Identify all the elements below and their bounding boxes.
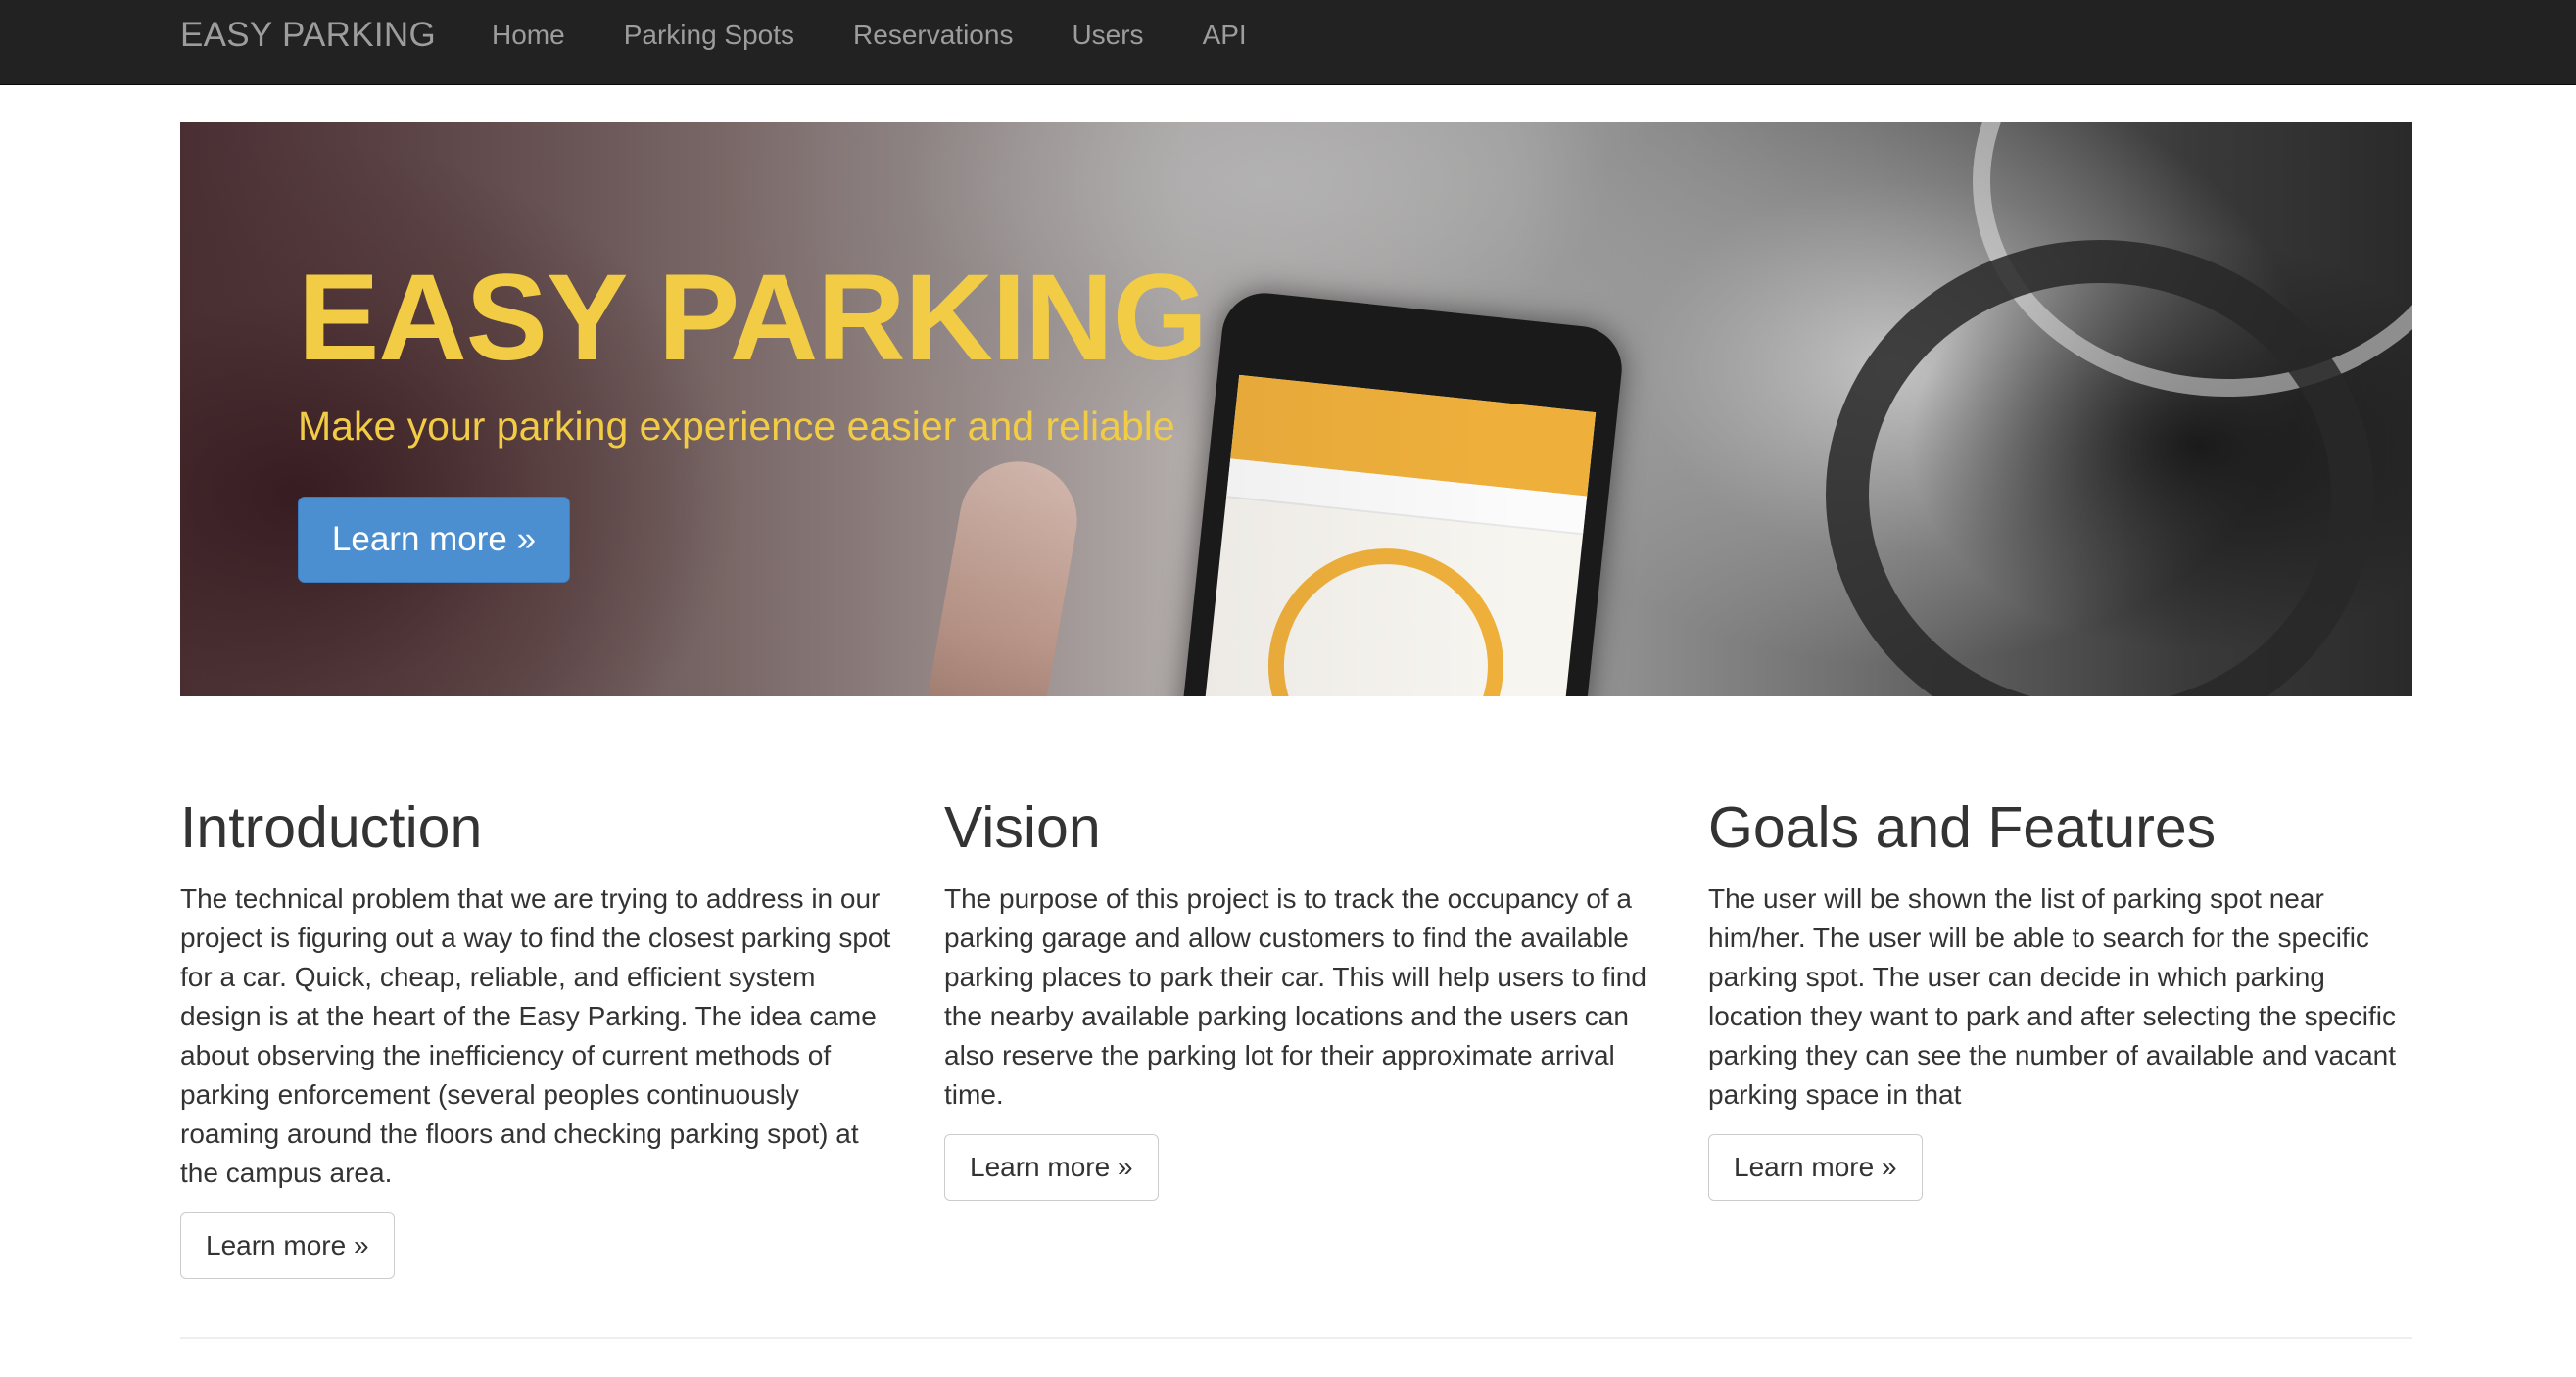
introduction-learn-more-button[interactable]: Learn more » (180, 1212, 395, 1279)
footer-divider (180, 1337, 2412, 1339)
column-heading: Vision (944, 795, 1101, 860)
column-introduction: Introduction The technical problem that … (180, 793, 895, 1279)
nav-link-home[interactable]: Home (492, 0, 565, 71)
column-heading: Introduction (180, 795, 483, 860)
feature-columns: Introduction The technical problem that … (180, 793, 2412, 1303)
hero-jumbotron: EASY PARKING Make your parking experienc… (180, 122, 2412, 696)
hero-learn-more-button[interactable]: Learn more » (298, 497, 570, 583)
hero-title: EASY PARKING (298, 250, 1208, 386)
goals-learn-more-button[interactable]: Learn more » (1708, 1134, 1923, 1201)
column-heading: Goals and Features (1708, 795, 2217, 860)
nav-link-reservations[interactable]: Reservations (853, 0, 1013, 71)
column-body: The purpose of this project is to track … (944, 883, 1646, 1110)
nav-link-parking-spots[interactable]: Parking Spots (624, 0, 794, 71)
vision-learn-more-button[interactable]: Learn more » (944, 1134, 1159, 1201)
column-goals-and-features: Goals and Features The user will be show… (1708, 793, 2423, 1201)
nav-link-api[interactable]: API (1203, 0, 1247, 71)
column-body: The user will be shown the list of parki… (1708, 883, 2397, 1110)
column-vision: Vision The purpose of this project is to… (944, 793, 1659, 1201)
nav-links: Home Parking Spots Reservations Users AP… (492, 0, 1306, 71)
nav-link-users[interactable]: Users (1072, 0, 1143, 71)
top-navbar: EASY PARKING Home Parking Spots Reservat… (0, 0, 2576, 85)
navbar-brand[interactable]: EASY PARKING (180, 0, 436, 71)
column-body: The technical problem that we are trying… (180, 883, 891, 1188)
hero-subtitle: Make your parking experience easier and … (298, 404, 1175, 449)
